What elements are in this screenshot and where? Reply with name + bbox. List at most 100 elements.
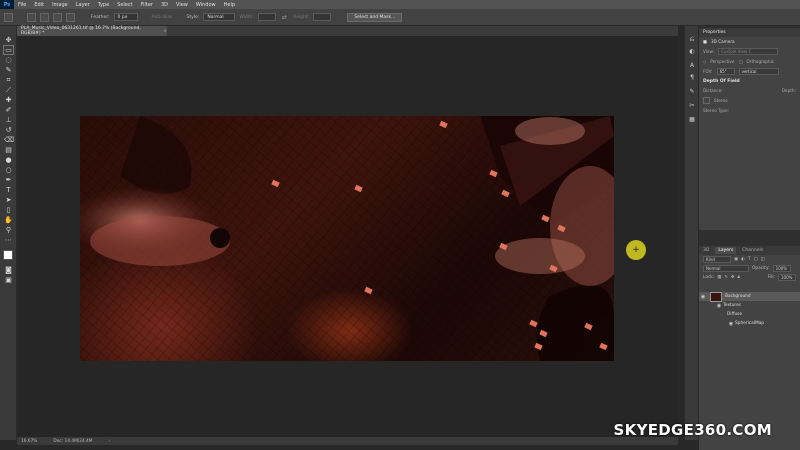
more-tools-icon[interactable]: ⋯: [4, 236, 13, 244]
blur-tool-icon[interactable]: ●: [4, 156, 13, 164]
marquee-tool-preset-icon[interactable]: [4, 12, 13, 22]
add-selection-icon[interactable]: [40, 12, 49, 22]
width-input[interactable]: [257, 13, 276, 21]
visibility-eye-icon[interactable]: ◉: [715, 303, 723, 309]
menu-layer[interactable]: Layer: [72, 2, 94, 8]
zoom-tool-icon[interactable]: ⚲: [4, 226, 13, 234]
fov-input[interactable]: 65°: [716, 68, 735, 75]
menu-image[interactable]: Image: [48, 2, 72, 8]
antialias-label[interactable]: Anti-alias: [152, 15, 173, 20]
tab-3d[interactable]: 3D: [703, 248, 709, 253]
menu-file[interactable]: File: [14, 2, 30, 8]
type-tool-icon[interactable]: T: [4, 186, 13, 194]
lock-position-icon[interactable]: ✥: [731, 275, 735, 280]
crop-tool-icon[interactable]: ⌗: [4, 76, 13, 84]
quick-mask-icon[interactable]: ◙: [4, 266, 13, 274]
eraser-tool-icon[interactable]: ⌫: [4, 136, 14, 144]
menu-select[interactable]: Select: [113, 2, 136, 8]
stereo-label[interactable]: Stereo: [714, 98, 728, 103]
visibility-eye-icon[interactable]: ◉: [727, 321, 735, 327]
dodge-tool-icon[interactable]: ○: [4, 166, 13, 174]
quick-select-tool-icon[interactable]: ✎: [4, 66, 13, 74]
lock-all-icon[interactable]: 🔒︎: [738, 275, 740, 280]
zoom-level[interactable]: 16.67%: [21, 439, 37, 444]
style-select[interactable]: Normal: [203, 13, 236, 21]
orthographic-option[interactable]: Orthographic: [746, 59, 774, 64]
foreground-color-swatch[interactable]: [3, 250, 13, 260]
swap-icon[interactable]: ⇄: [280, 13, 289, 22]
history-panel-icon[interactable]: ⎌: [688, 36, 696, 44]
pen-tool-icon[interactable]: ✒: [4, 176, 13, 184]
filter-pixel-icon[interactable]: ▣: [734, 257, 738, 262]
paragraph-panel-icon[interactable]: ¶: [688, 74, 696, 82]
color-panel-icon[interactable]: ▦: [688, 116, 696, 124]
view-select[interactable]: Custom View 1: [718, 48, 779, 55]
fov-mode-select[interactable]: vertical: [738, 68, 779, 75]
menu-3d[interactable]: 3D: [157, 2, 172, 8]
menu-edit[interactable]: Edit: [30, 2, 48, 8]
lock-pixels-icon[interactable]: ▦: [717, 275, 721, 280]
document-tab-bar: PLA_Music_Video_0631261.tif @ 16.7% (Bac…: [17, 26, 678, 36]
visibility-eye-icon[interactable]: ◉: [699, 294, 707, 300]
move-tool-icon[interactable]: ✥: [4, 36, 13, 44]
layer-filter-select[interactable]: Kind: [703, 256, 731, 263]
new-selection-icon[interactable]: [27, 12, 36, 22]
layer-row-sphericalmap[interactable]: ◉ SphericalMap: [699, 319, 800, 328]
properties-panel: Properties ■ 3D Camera View: Custom View…: [699, 28, 800, 230]
options-bar: Feather: 0 px Anti-alias Style: Normal W…: [0, 9, 800, 26]
menu-view[interactable]: View: [172, 2, 192, 8]
lock-paint-icon[interactable]: ✎: [724, 275, 728, 280]
tab-layers[interactable]: Layers: [715, 247, 737, 254]
stereo-type-label: Stereo Type:: [703, 108, 730, 113]
history-brush-tool-icon[interactable]: ↺: [4, 126, 13, 134]
fill-input[interactable]: 100%: [778, 274, 796, 281]
height-label: Height:: [292, 14, 310, 20]
tab-channels[interactable]: Channels: [742, 248, 763, 253]
layer-row-background[interactable]: ◉ Background: [699, 291, 800, 302]
healing-brush-tool-icon[interactable]: ✚: [4, 96, 13, 104]
layer-row-textures[interactable]: ◉ Textures: [699, 301, 800, 310]
filter-adjustment-icon[interactable]: ◐: [741, 257, 745, 262]
perspective-option[interactable]: Perspective: [710, 59, 734, 64]
document-tab[interactable]: PLA_Music_Video_0631261.tif @ 16.7% (Bac…: [17, 26, 167, 36]
adjustments-panel-icon[interactable]: ◐: [688, 48, 696, 56]
layer-row-diffuse[interactable]: Diffuse: [699, 310, 800, 319]
stereo-checkbox[interactable]: [703, 97, 710, 104]
stamp-tool-icon[interactable]: ⊥: [4, 116, 13, 124]
brush-settings-panel-icon[interactable]: ✎: [688, 88, 696, 96]
blend-mode-select[interactable]: Normal: [703, 265, 749, 272]
filter-shape-icon[interactable]: ▢: [753, 257, 757, 262]
menu-type[interactable]: Type: [94, 2, 113, 8]
subtract-selection-icon[interactable]: [53, 12, 62, 22]
lasso-tool-icon[interactable]: ◌: [4, 56, 13, 64]
close-tab-icon[interactable]: ×: [163, 29, 167, 34]
path-select-tool-icon[interactable]: ➤: [4, 196, 13, 204]
select-and-mask-button[interactable]: Select and Mask...: [347, 12, 403, 22]
feather-input[interactable]: 0 px: [113, 13, 138, 21]
layer-name: Background: [725, 294, 751, 299]
info-arrow-icon[interactable]: ›: [109, 439, 111, 444]
tools-preset-panel-icon[interactable]: ✂: [688, 102, 696, 110]
menu-filter[interactable]: Filter: [137, 2, 157, 8]
perspective-icon[interactable]: ◇: [703, 59, 706, 64]
filter-smart-icon[interactable]: ◫: [761, 257, 765, 262]
shape-tool-icon[interactable]: ▯: [4, 206, 13, 214]
screen-mode-icon[interactable]: ▣: [4, 276, 13, 284]
height-input[interactable]: [313, 13, 332, 21]
gradient-tool-icon[interactable]: ▤: [4, 146, 13, 154]
brush-tool-icon[interactable]: ✐: [4, 106, 13, 114]
orthographic-icon[interactable]: □: [739, 59, 743, 64]
menu-help[interactable]: Help: [220, 2, 239, 8]
eyedropper-tool-icon[interactable]: ⟋: [4, 86, 13, 94]
document-info[interactable]: Doc: 14.4M/24.4M: [53, 439, 92, 444]
properties-title: Properties: [699, 28, 800, 37]
marquee-tool-icon[interactable]: ▭: [3, 45, 14, 55]
cursor-highlight: +: [626, 240, 646, 260]
hand-tool-icon[interactable]: ✋: [4, 216, 13, 224]
filter-type-icon[interactable]: T: [748, 257, 751, 262]
document-canvas[interactable]: [80, 116, 614, 361]
character-panel-icon[interactable]: A: [688, 62, 696, 70]
opacity-input[interactable]: 100%: [772, 265, 791, 272]
menu-window[interactable]: Window: [192, 2, 220, 8]
intersect-selection-icon[interactable]: [66, 12, 75, 22]
